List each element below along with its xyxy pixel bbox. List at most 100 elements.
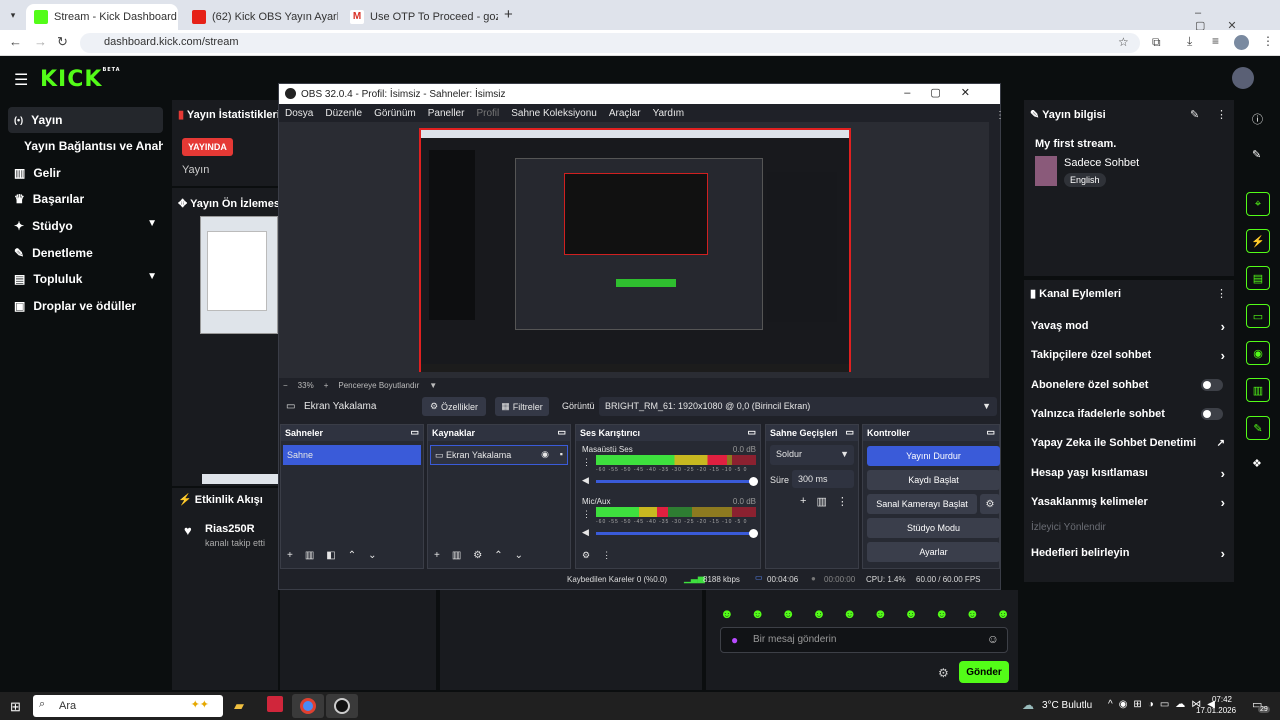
emote-icon[interactable]: ☻ <box>904 606 918 621</box>
user-avatar[interactable] <box>1232 67 1254 89</box>
sidebar-item-gelir[interactable]: ▥ Gelir <box>8 160 163 186</box>
move-down-icon[interactable]: ⌄ <box>368 550 376 561</box>
slider-handle[interactable] <box>749 477 758 486</box>
edit-icon[interactable]: ✎ <box>1190 108 1199 121</box>
dock-float-icon[interactable]: ▭ <box>747 427 756 438</box>
emote-icon[interactable]: ☻ <box>873 606 887 621</box>
quick-action-layout-button[interactable]: ▥ <box>1246 378 1270 402</box>
chevron-down-icon[interactable]: ▼ <box>429 381 437 390</box>
menu-scene-collection[interactable]: Sahne Koleksiyonu <box>511 108 597 119</box>
emote-icon[interactable]: ☻ <box>843 606 857 621</box>
source-item[interactable]: ▭ Ekran Yakalama ◉ ▪ <box>430 445 568 465</box>
studio-mode-button[interactable]: Stüdyo Modu <box>867 518 1000 538</box>
menu-profile[interactable]: Profil <box>476 108 499 119</box>
zoom-in-button[interactable]: + <box>324 381 329 390</box>
browser-menu-icon[interactable]: ⋮ <box>1262 34 1274 48</box>
dock-float-icon[interactable]: ▭ <box>845 427 854 438</box>
action-slow-mode[interactable]: Yavaş mod › <box>1031 317 1231 335</box>
emote-icon[interactable]: ☻ <box>966 606 980 621</box>
trash-icon[interactable]: ▥ <box>452 550 461 561</box>
settings-button[interactable]: Ayarlar <box>867 542 1000 562</box>
speaker-icon[interactable]: ◀ <box>582 475 589 486</box>
obs-taskbar-button[interactable] <box>326 694 358 718</box>
properties-button[interactable]: ⚙ Özellikler <box>422 397 486 416</box>
zoom-out-button[interactable]: − <box>283 381 288 390</box>
captured-screen[interactable] <box>419 128 851 372</box>
pencil-icon[interactable]: ✎ <box>1252 148 1261 161</box>
tab-gmail[interactable]: M Use OTP To Proceed - gozyas... <box>342 4 498 30</box>
move-down-icon[interactable]: ⌄ <box>515 550 523 561</box>
filters-button[interactable]: ▦ Filtreler <box>495 397 549 416</box>
sidebar-item-topluluk[interactable]: ▤ Topluluk ▼ <box>8 266 163 292</box>
move-up-icon[interactable]: ⌃ <box>348 550 356 561</box>
action-subscribers-only[interactable]: Abonelere özel sohbet <box>1031 376 1231 394</box>
mixer-more-icon[interactable]: ⋮ <box>602 550 611 561</box>
virtual-camera-gear-icon[interactable]: ⚙ <box>980 494 1000 514</box>
sidebar-item-stream-key[interactable]: Yayın Bağlantısı ve Anahtarı <box>8 133 163 159</box>
bookmark-star-icon[interactable]: ☆ <box>1118 35 1129 49</box>
quick-action-lightning-button[interactable]: ⚡ <box>1246 229 1270 253</box>
slider-handle[interactable] <box>749 529 758 538</box>
lock-icon[interactable]: ▪ <box>560 449 563 459</box>
emoji-icon[interactable]: ☺ <box>987 632 999 646</box>
action-goals[interactable]: Hedefleri belirleyin › <box>1031 544 1231 562</box>
tab-kick-dashboard[interactable]: Stream - Kick Dashboard ✕ <box>26 4 178 30</box>
emote-icon[interactable]: ☻ <box>720 606 734 621</box>
menu-file[interactable]: Dosya <box>285 108 313 119</box>
more-icon[interactable]: ⋮ <box>837 495 848 508</box>
chrome-taskbar-button[interactable] <box>292 694 324 718</box>
quick-action-copy-button[interactable]: ▤ <box>1246 266 1270 290</box>
quick-action-chat-button[interactable]: ▭ <box>1246 304 1270 328</box>
emote-icon[interactable]: ☻ <box>751 606 765 621</box>
sidebar-item-denetleme[interactable]: ✎ Denetleme <box>8 240 163 266</box>
start-recording-button[interactable]: Kaydı Başlat <box>867 470 1000 490</box>
media-control-icon[interactable]: ≡ <box>1212 34 1219 48</box>
start-virtual-camera-button[interactable]: Sanal Kamerayı Başlat <box>867 494 977 514</box>
add-icon[interactable]: + <box>434 550 440 561</box>
menu-view[interactable]: Görünüm <box>374 108 416 119</box>
emote-icon[interactable]: ☻ <box>781 606 795 621</box>
action-followers-only[interactable]: Takipçilere özel sohbet › <box>1031 346 1231 364</box>
taskbar-search[interactable]: ⌕ Ara ✦✦ <box>33 695 223 717</box>
profile-avatar[interactable] <box>1234 35 1249 50</box>
file-explorer-icon[interactable]: ▰ <box>234 698 244 714</box>
filter-icon[interactable]: ◧ <box>326 550 335 561</box>
trash-icon[interactable]: ▥ <box>816 495 826 508</box>
sidebar-item-studyo[interactable]: ✦ Stüdyo ▼ <box>8 213 163 239</box>
emotes-only-toggle[interactable] <box>1201 408 1223 420</box>
transition-select[interactable]: Soldur ▼ <box>770 445 854 465</box>
layout-icon[interactable]: ❖ <box>1252 457 1262 470</box>
action-emotes-only[interactable]: Yalnızca ifadelerle sohbet <box>1031 405 1231 423</box>
mixer-settings-icon[interactable]: ⚙ <box>582 550 590 561</box>
emote-icon[interactable]: ☻ <box>935 606 949 621</box>
quick-action-wrench-button[interactable]: ✎ <box>1246 416 1270 440</box>
clock-time[interactable]: 07:42 <box>1206 695 1232 704</box>
move-up-icon[interactable]: ⌃ <box>494 550 502 561</box>
trash-icon[interactable]: ▥ <box>305 550 314 561</box>
sidebar-item-droplar[interactable]: ▣ Droplar ve ödüller <box>8 293 163 319</box>
chat-input[interactable]: ● Bir mesaj gönderin ☺ <box>720 627 1008 653</box>
menu-tools[interactable]: Araçlar <box>609 108 641 119</box>
chat-settings-gear-icon[interactable]: ⚙ <box>938 666 949 680</box>
duration-spinbox[interactable]: 300 ms <box>792 470 854 488</box>
display-select[interactable]: BRIGHT_RM_61: 1920x1080 @ 0,0 (Birincil … <box>599 397 997 416</box>
quick-action-clip-button[interactable]: ⌖ <box>1246 192 1270 216</box>
action-banned-words[interactable]: Yasaklanmış kelimeler › <box>1031 493 1231 511</box>
hamburger-menu-icon[interactable]: ☰ <box>14 70 28 90</box>
obs-preview-canvas[interactable] <box>279 122 989 378</box>
back-icon[interactable]: ← <box>9 34 22 49</box>
sidebar-item-basarilar[interactable]: ♛ Başarılar <box>8 186 163 212</box>
dock-float-icon[interactable]: ▭ <box>557 427 566 438</box>
weather-text[interactable]: 3°C Bulutlu <box>1042 700 1092 711</box>
obs-canvas-menu-icon[interactable]: ⋮ <box>995 110 1005 121</box>
volume-slider[interactable] <box>596 477 758 486</box>
gear-icon[interactable]: ⚙ <box>473 550 482 561</box>
new-tab-icon[interactable]: + <box>504 6 513 23</box>
menu-edit[interactable]: Düzenle <box>325 108 362 119</box>
send-button[interactable]: Gönder <box>959 661 1009 683</box>
scene-item[interactable]: Sahne <box>283 445 421 465</box>
fit-to-window-button[interactable]: Pencereye Boyutlandır <box>338 381 419 390</box>
emote-icon[interactable]: ☻ <box>996 606 1010 621</box>
menu-help[interactable]: Yardım <box>653 108 685 119</box>
activity-username[interactable]: Rias250R <box>205 523 255 535</box>
